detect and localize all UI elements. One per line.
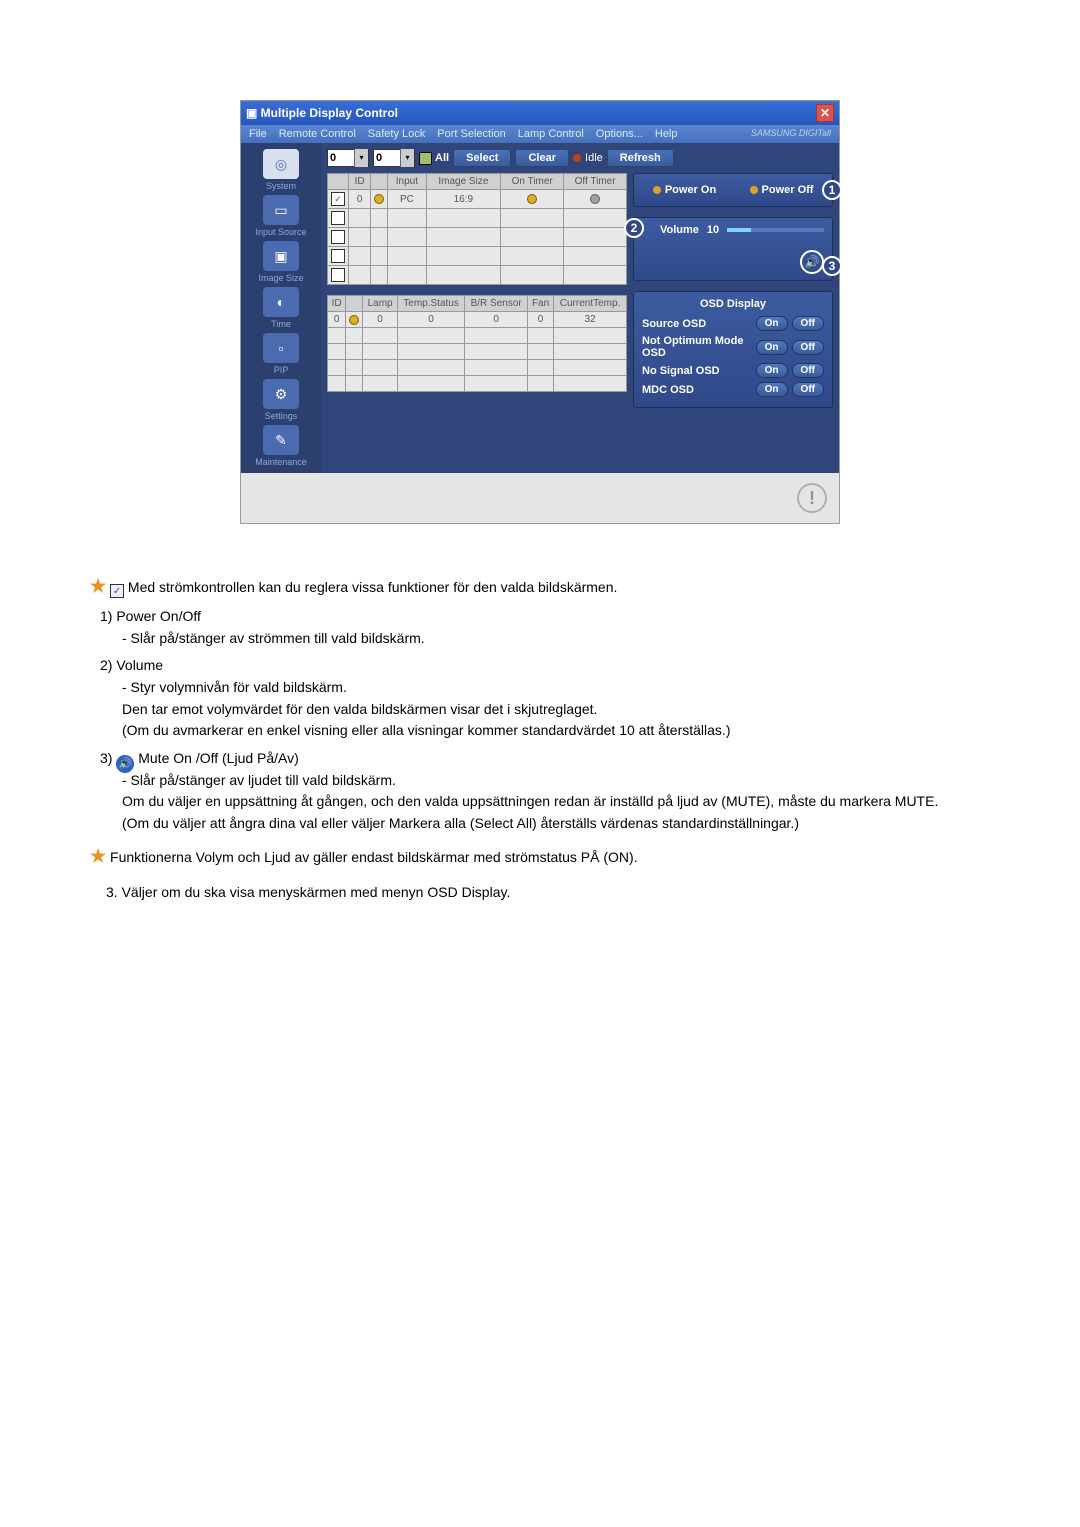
- power-panel: Power On Power Off 1: [633, 173, 833, 207]
- callout-badge-3: 3: [822, 256, 842, 276]
- description-text: ★ ✓ Med strömkontrollen kan du reglera v…: [50, 554, 1030, 922]
- callout-badge-2: 2: [624, 218, 644, 238]
- source-osd-off[interactable]: Off: [792, 316, 824, 331]
- nosignal-osd-off[interactable]: Off: [792, 363, 824, 378]
- menu-lamp[interactable]: Lamp Control: [518, 128, 584, 140]
- status-table-1: ID Input Image Size On Timer Off Timer ✓…: [327, 173, 627, 285]
- table-row[interactable]: ✓ 0 PC 16:9: [328, 190, 627, 209]
- menubar: File Remote Control Safety Lock Port Sel…: [241, 125, 839, 143]
- sidebar-item-pip[interactable]: ▫PIP: [246, 333, 316, 375]
- power-on-button[interactable]: Power On: [642, 184, 727, 196]
- sidebar-item-image[interactable]: ▣Image Size: [246, 241, 316, 283]
- status-dot-icon: [349, 315, 359, 325]
- sidebar-item-settings[interactable]: ⚙Settings: [246, 379, 316, 421]
- volume-slider[interactable]: [727, 228, 824, 232]
- volume-value: 10: [707, 224, 719, 236]
- volume-label: Volume: [660, 224, 699, 236]
- mdc-osd-on[interactable]: On: [756, 382, 788, 397]
- mdc-osd-off[interactable]: Off: [792, 382, 824, 397]
- power-off-button[interactable]: Power Off: [739, 184, 824, 196]
- source-osd-on[interactable]: On: [756, 316, 788, 331]
- info-icon: !: [797, 483, 827, 513]
- id-combo-2[interactable]: 0▾: [373, 149, 415, 167]
- volume-panel: 2 Volume 10 🔊 3: [633, 217, 833, 281]
- clear-button[interactable]: Clear: [515, 149, 569, 167]
- nosignal-osd-on[interactable]: On: [756, 363, 788, 378]
- menu-port[interactable]: Port Selection: [437, 128, 505, 140]
- status-dot-icon: [527, 194, 537, 204]
- menu-file[interactable]: File: [249, 128, 267, 140]
- menu-remote[interactable]: Remote Control: [279, 128, 356, 140]
- system-icon: ◎: [263, 149, 299, 179]
- sidebar-item-input[interactable]: ▭Input Source: [246, 195, 316, 237]
- time-icon: ◐: [263, 287, 299, 317]
- statusbar: !: [241, 473, 839, 523]
- input-icon: ▭: [263, 195, 299, 225]
- table-row[interactable]: 0 0 0 0 0 32: [328, 312, 627, 328]
- app-title: Multiple Display Control: [261, 106, 398, 120]
- app-window: ▣ Multiple Display Control ✕ File Remote…: [240, 100, 840, 524]
- sidebar-item-maintenance[interactable]: ✎Maintenance: [246, 425, 316, 467]
- checkbox-icon: ✓: [110, 584, 124, 598]
- callout-badge-1: 1: [822, 180, 842, 200]
- close-icon[interactable]: ✕: [816, 104, 834, 122]
- osd-title: OSD Display: [642, 298, 824, 310]
- settings-icon: ⚙: [263, 379, 299, 409]
- idle-status: Idle: [573, 152, 603, 164]
- status-dot-icon: [374, 194, 384, 204]
- id-combo-1[interactable]: 0▾: [327, 149, 369, 167]
- select-button[interactable]: Select: [453, 149, 511, 167]
- sidebar-item-system[interactable]: ◎System: [246, 149, 316, 191]
- status-table-2: ID Lamp Temp.Status B/R Sensor Fan Curre…: [327, 295, 627, 392]
- menu-safety[interactable]: Safety Lock: [368, 128, 425, 140]
- refresh-button[interactable]: Refresh: [607, 149, 674, 167]
- status-dot-icon: [590, 194, 600, 204]
- notopt-osd-on[interactable]: On: [756, 340, 788, 355]
- maintenance-icon: ✎: [263, 425, 299, 455]
- app-icon: ▣: [246, 106, 261, 120]
- brand-label: SAMSUNG DIGITall: [751, 128, 831, 140]
- osd-panel: OSD Display Source OSDOnOff Not Optimum …: [633, 291, 833, 408]
- sidebar: ◎System ▭Input Source ▣Image Size ◐Time …: [241, 143, 321, 473]
- menu-help[interactable]: Help: [655, 128, 678, 140]
- chevron-down-icon[interactable]: ▾: [354, 149, 368, 167]
- row-checkbox[interactable]: ✓: [331, 192, 345, 206]
- pip-icon: ▫: [263, 333, 299, 363]
- titlebar: ▣ Multiple Display Control ✕: [241, 101, 839, 125]
- mute-icon[interactable]: 🔊: [800, 250, 824, 274]
- all-checkbox[interactable]: All: [419, 152, 449, 165]
- star-icon: ★: [90, 576, 106, 596]
- notopt-osd-off[interactable]: Off: [792, 340, 824, 355]
- speaker-icon: 🔊: [116, 755, 134, 773]
- chevron-down-icon[interactable]: ▾: [400, 149, 414, 167]
- image-icon: ▣: [263, 241, 299, 271]
- sidebar-item-time[interactable]: ◐Time: [246, 287, 316, 329]
- star-icon: ★: [90, 846, 106, 866]
- menu-options[interactable]: Options...: [596, 128, 643, 140]
